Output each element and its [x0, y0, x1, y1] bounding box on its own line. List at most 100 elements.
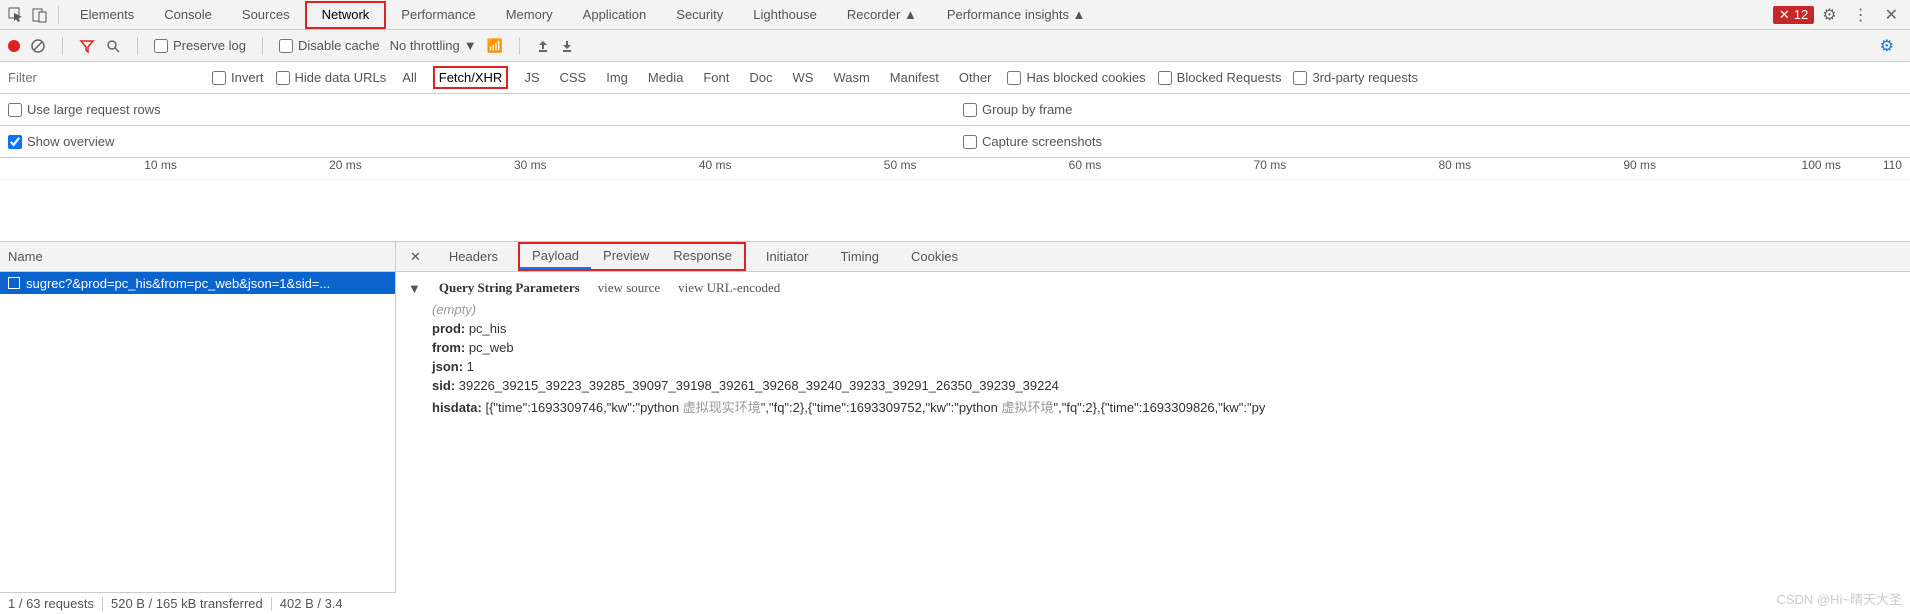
error-badge[interactable]: ✕12 — [1773, 6, 1814, 24]
filter-type-css[interactable]: CSS — [556, 68, 591, 87]
param-row: prod: pc_his — [432, 321, 1898, 336]
detail-tab-response[interactable]: Response — [661, 244, 744, 269]
group-frame-checkbox[interactable]: Group by frame — [963, 102, 1072, 117]
view-urlencoded-link[interactable]: view URL-encoded — [678, 280, 780, 296]
tab-security[interactable]: Security — [661, 1, 738, 29]
request-row[interactable]: sugrec?&prod=pc_his&from=pc_web&json=1&s… — [0, 272, 395, 294]
timeline-overview[interactable]: 10 ms 20 ms 30 ms 40 ms 50 ms 60 ms 70 m… — [0, 158, 1910, 242]
tab-elements[interactable]: Elements — [65, 1, 149, 29]
tick: 40 ms — [555, 158, 740, 179]
tick: 60 ms — [924, 158, 1109, 179]
clear-icon[interactable] — [30, 38, 46, 54]
request-list-pane: Name sugrec?&prod=pc_his&from=pc_web&jso… — [0, 242, 396, 592]
param-empty: (empty) — [432, 302, 1898, 317]
settings-icon[interactable]: ⚙ — [1814, 5, 1844, 25]
filter-row: Invert Hide data URLs All Fetch/XHR JS C… — [0, 62, 1910, 94]
param-row: json: 1 — [432, 359, 1898, 374]
inspect-icon[interactable] — [4, 1, 28, 29]
separator — [62, 37, 63, 55]
filter-type-ws[interactable]: WS — [788, 68, 817, 87]
download-icon[interactable] — [560, 39, 574, 53]
filter-type-other[interactable]: Other — [955, 68, 996, 87]
disable-cache-checkbox[interactable]: Disable cache — [279, 38, 380, 53]
device-toggle-icon[interactable] — [28, 1, 52, 29]
filter-type-img[interactable]: Img — [602, 68, 632, 87]
network-lower-pane: Name sugrec?&prod=pc_his&from=pc_web&jso… — [0, 242, 1910, 592]
detail-tab-cookies[interactable]: Cookies — [899, 245, 970, 268]
tick: 70 ms — [1109, 158, 1294, 179]
status-bar: 1 / 63 requests 520 B / 165 kB transferr… — [0, 592, 396, 614]
close-detail-icon[interactable]: ✕ — [402, 249, 429, 265]
upload-icon[interactable] — [536, 39, 550, 53]
devtools-tabbar: Elements Console Sources Network Perform… — [0, 0, 1910, 30]
tab-sources[interactable]: Sources — [227, 1, 305, 29]
detail-tab-timing[interactable]: Timing — [828, 245, 891, 268]
hide-data-urls-checkbox[interactable]: Hide data URLs — [276, 70, 387, 85]
request-list: sugrec?&prod=pc_his&from=pc_web&json=1&s… — [0, 272, 395, 592]
filter-input[interactable] — [0, 62, 200, 93]
blocked-cookies-checkbox[interactable]: Has blocked cookies — [1007, 70, 1145, 85]
detail-tab-preview[interactable]: Preview — [591, 244, 661, 269]
param-hisdata: hisdata: [{"time":1693309746,"kw":"pytho… — [432, 397, 1898, 416]
network-toolbar: Preserve log Disable cache No throttling… — [0, 30, 1910, 62]
tab-perf-insights[interactable]: Performance insights ▲ — [932, 1, 1101, 29]
tick: 50 ms — [740, 158, 925, 179]
tab-memory[interactable]: Memory — [491, 1, 568, 29]
filter-type-wasm[interactable]: Wasm — [829, 68, 873, 87]
large-rows-checkbox[interactable]: Use large request rows — [8, 102, 161, 117]
query-params-section[interactable]: ▼ Query String Parameters view source vi… — [408, 280, 1898, 296]
disclosure-triangle-icon[interactable]: ▼ — [408, 281, 421, 296]
tab-lighthouse[interactable]: Lighthouse — [738, 1, 832, 29]
show-overview-checkbox[interactable]: Show overview — [8, 134, 114, 149]
chevron-down-icon: ▼ — [464, 38, 477, 53]
capture-screenshots-checkbox[interactable]: Capture screenshots — [963, 134, 1102, 149]
tick: 90 ms — [1479, 158, 1664, 179]
throttling-select[interactable]: No throttling▼ — [390, 38, 477, 53]
filter-type-js[interactable]: JS — [520, 68, 543, 87]
separator — [58, 6, 59, 24]
tab-performance[interactable]: Performance — [386, 1, 490, 29]
third-party-checkbox[interactable]: 3rd-party requests — [1293, 70, 1418, 85]
blocked-requests-checkbox[interactable]: Blocked Requests — [1158, 70, 1282, 85]
filter-type-doc[interactable]: Doc — [745, 68, 776, 87]
tab-recorder[interactable]: Recorder ▲ — [832, 1, 932, 29]
param-row: from: pc_web — [432, 340, 1898, 355]
detail-tab-payload[interactable]: Payload — [520, 244, 591, 269]
tab-network[interactable]: Network — [305, 1, 387, 29]
param-row: sid: 39226_39215_39223_39285_39097_39198… — [432, 378, 1898, 393]
separator — [137, 37, 138, 55]
filter-type-all[interactable]: All — [398, 68, 420, 87]
wifi-icon[interactable]: 📶 — [487, 38, 503, 54]
tick: 100 ms — [1664, 158, 1849, 179]
tab-application[interactable]: Application — [568, 1, 662, 29]
filter-type-manifest[interactable]: Manifest — [886, 68, 943, 87]
tab-console[interactable]: Console — [149, 1, 227, 29]
filter-type-media[interactable]: Media — [644, 68, 687, 87]
detail-tab-initiator[interactable]: Initiator — [754, 245, 821, 268]
search-icon[interactable] — [105, 38, 121, 54]
record-icon[interactable] — [8, 40, 20, 52]
detail-tab-highlighted-group: Payload Preview Response — [518, 242, 746, 271]
tick: 80 ms — [1294, 158, 1479, 179]
preserve-log-checkbox[interactable]: Preserve log — [154, 38, 246, 53]
filter-type-font[interactable]: Font — [699, 68, 733, 87]
filter-icon[interactable] — [79, 38, 95, 54]
name-column-header[interactable]: Name — [0, 242, 395, 272]
network-settings-icon[interactable]: ⚙ — [1872, 36, 1902, 56]
invert-checkbox[interactable]: Invert — [212, 70, 264, 85]
view-source-link[interactable]: view source — [598, 280, 660, 296]
status-resources: 402 B / 3.4 — [280, 596, 343, 611]
close-icon[interactable]: ✕ — [1877, 5, 1906, 25]
status-requests: 1 / 63 requests — [8, 596, 94, 611]
request-name: sugrec?&prod=pc_his&from=pc_web&json=1&s… — [26, 276, 330, 291]
detail-tabbar: ✕ Headers Payload Preview Response Initi… — [396, 242, 1910, 272]
tick: 10 ms — [0, 158, 185, 179]
more-icon[interactable]: ⋮ — [1845, 5, 1877, 25]
filter-type-fetchxhr[interactable]: Fetch/XHR — [433, 66, 509, 89]
detail-tab-headers[interactable]: Headers — [437, 245, 510, 268]
separator — [519, 37, 520, 55]
timeline-ruler: 10 ms 20 ms 30 ms 40 ms 50 ms 60 ms 70 m… — [0, 158, 1910, 180]
payload-body: ▼ Query String Parameters view source vi… — [396, 272, 1910, 428]
error-icon: ✕ — [1779, 7, 1790, 23]
request-detail-pane: ✕ Headers Payload Preview Response Initi… — [396, 242, 1910, 592]
